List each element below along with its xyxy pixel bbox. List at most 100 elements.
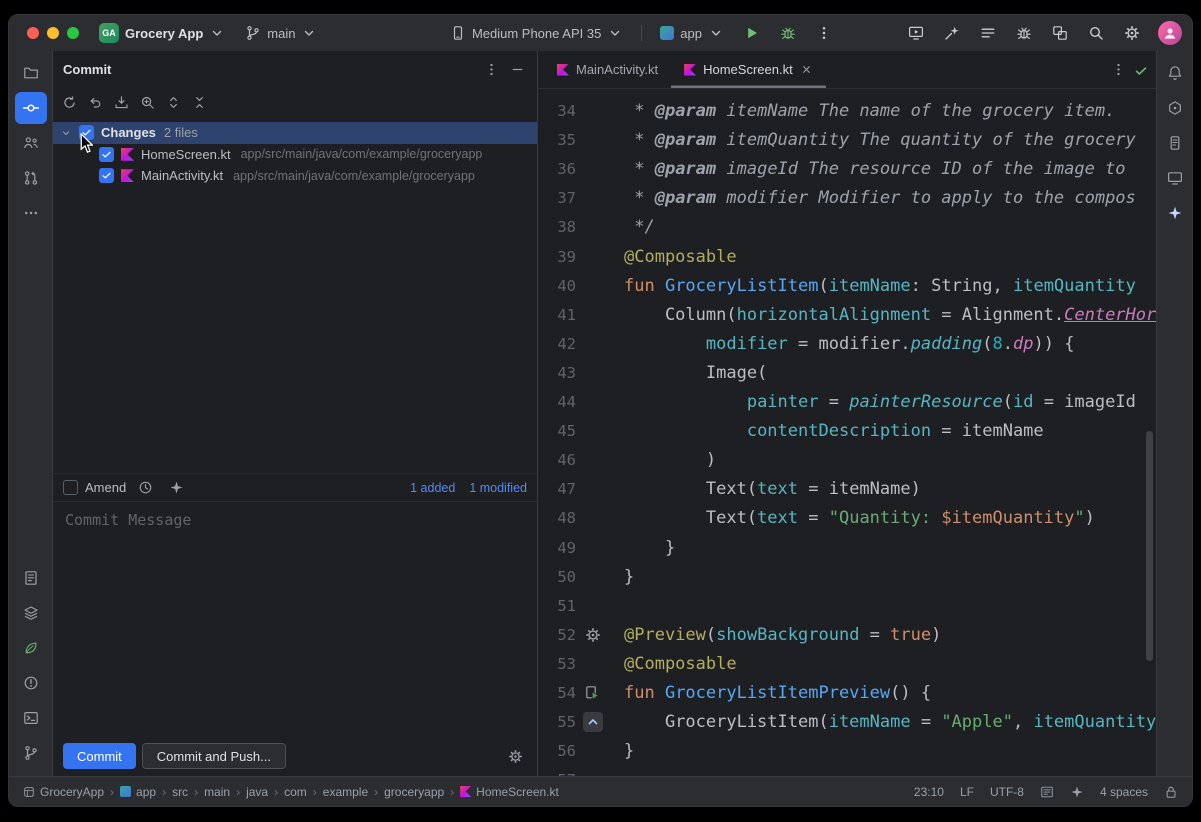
line-number: 47 [538, 475, 576, 504]
lock-icon[interactable] [1164, 785, 1178, 799]
breadcrumb-app[interactable]: app [120, 785, 156, 799]
tool-window-folder-button[interactable] [15, 57, 47, 89]
file-checkbox[interactable] [99, 147, 114, 162]
kotlin-file-icon [460, 786, 471, 797]
breadcrumb-label: GroceryApp [40, 785, 104, 799]
kebab-icon [1111, 62, 1126, 77]
minimize-window-button[interactable] [47, 27, 59, 39]
tool-window-commit-button[interactable] [15, 92, 47, 124]
debug-button[interactable] [774, 19, 802, 47]
project-badge: GA [99, 23, 119, 43]
folder-icon [23, 65, 39, 81]
tool-window-more-button[interactable] [15, 197, 47, 229]
ai-sparkle-icon[interactable] [1070, 785, 1084, 799]
commit-and-push-button[interactable]: Commit and Push... [142, 743, 286, 769]
settings-button[interactable] [1118, 19, 1146, 47]
breadcrumb-homescreen-kt[interactable]: HomeScreen.kt [460, 785, 559, 799]
breadcrumb-groceryapp[interactable]: GroceryApp [23, 785, 104, 799]
branch-selector[interactable]: main [239, 22, 323, 44]
chevron-up-gutter-icon[interactable] [583, 712, 603, 732]
commit-history-button[interactable] [133, 476, 157, 500]
tool-window-gemini-button[interactable] [1161, 199, 1189, 227]
breadcrumb-src[interactable]: src [172, 785, 188, 799]
tool-window-gradle-button[interactable] [1161, 94, 1189, 122]
expand-button[interactable] [161, 90, 185, 114]
commit-button[interactable]: Commit [63, 743, 136, 769]
added-count-link[interactable]: 1 added [410, 481, 455, 495]
search-everywhere-button[interactable] [1082, 19, 1110, 47]
resource-icon [23, 570, 39, 586]
gear-gutter-icon[interactable] [583, 625, 603, 645]
file-name: MainActivity.kt [141, 168, 223, 183]
indent-setting[interactable]: 4 spaces [1100, 785, 1148, 799]
commit-message-input[interactable]: Commit Message [53, 501, 537, 736]
file-row-mainactivity-kt[interactable]: MainActivity.ktapp/src/main/java/com/exa… [53, 165, 537, 187]
run-config-selector[interactable]: app [654, 22, 730, 44]
tool-window-branch-button[interactable] [15, 737, 47, 769]
kotlin-file-icon [121, 148, 134, 161]
project-selector[interactable]: GA Grocery App [93, 20, 231, 46]
tab-options-button[interactable] [1106, 57, 1130, 81]
gemini-assist-button[interactable] [938, 19, 966, 47]
modified-count-link[interactable]: 1 modified [469, 481, 527, 495]
commit-options-button[interactable] [479, 57, 503, 81]
tool-window-structure-button[interactable] [15, 127, 47, 159]
breadcrumb-com[interactable]: com [284, 785, 307, 799]
commit-settings-button[interactable] [503, 744, 527, 768]
running-devices-button[interactable] [902, 19, 930, 47]
app-inspection-button[interactable] [1010, 19, 1038, 47]
close-tab-icon[interactable] [800, 63, 813, 76]
chevron-down-icon [209, 25, 225, 41]
breadcrumb-main[interactable]: main [204, 785, 230, 799]
tool-window-bell-button[interactable] [1161, 59, 1189, 87]
code-line-37: 37 * @param modifier Modifier to apply t… [538, 184, 1156, 213]
tool-window-resource-button[interactable] [15, 562, 47, 594]
shelve-button[interactable] [109, 90, 133, 114]
app-module-icon [660, 26, 674, 40]
amend-checkbox[interactable] [63, 480, 78, 495]
cursor-position[interactable]: 23:10 [914, 785, 944, 799]
tool-window-monitor-button[interactable] [1161, 164, 1189, 192]
tab-homescreen-kt[interactable]: HomeScreen.kt [671, 51, 826, 88]
tool-window-pull-request-button[interactable] [15, 162, 47, 194]
breadcrumb-java[interactable]: java [246, 785, 268, 799]
refresh-button[interactable] [57, 90, 81, 114]
line-separator[interactable]: LF [960, 785, 974, 799]
chevron-down-icon[interactable] [59, 127, 73, 139]
code-editor[interactable]: 33 *34 * @param itemName The name of the… [538, 89, 1156, 776]
running-devices-icon [908, 25, 924, 41]
tool-window-problems-button[interactable] [15, 667, 47, 699]
chevron-down-icon [301, 25, 317, 41]
editor-scrollbar[interactable] [1146, 431, 1153, 661]
tool-window-terminal-button[interactable] [15, 702, 47, 734]
rollback-button[interactable] [83, 90, 107, 114]
inspections-ok-icon[interactable] [1134, 64, 1148, 78]
breadcrumb-separator: › [450, 785, 454, 799]
device-selector[interactable]: Medium Phone API 35 [444, 22, 629, 44]
tool-window-leaf-button[interactable] [15, 632, 47, 664]
run-button[interactable] [738, 19, 766, 47]
tab-mainactivity-kt[interactable]: MainActivity.kt [544, 51, 671, 88]
changes-group-row[interactable]: Changes 2 files [53, 122, 537, 144]
commit-tool-window: Commit Changes 2 files HomeScreen.ktapp/… [53, 51, 538, 776]
file-checkbox[interactable] [99, 168, 114, 183]
layout-inspector-button[interactable] [1046, 19, 1074, 47]
hide-panel-button[interactable] [505, 57, 529, 81]
breadcrumb-groceryapp[interactable]: groceryapp [384, 785, 444, 799]
ai-commit-message-button[interactable] [164, 476, 188, 500]
collapse-button[interactable] [187, 90, 211, 114]
tool-window-device-explorer-button[interactable] [1161, 129, 1189, 157]
more-run-options-button[interactable] [810, 19, 838, 47]
file-row-homescreen-kt[interactable]: HomeScreen.ktapp/src/main/java/com/examp… [53, 144, 537, 166]
profile-avatar[interactable] [1158, 21, 1182, 45]
diff-button[interactable] [135, 90, 159, 114]
tool-window-layers-button[interactable] [15, 597, 47, 629]
check-icon [101, 149, 112, 160]
close-window-button[interactable] [27, 27, 39, 39]
logcat-button[interactable] [974, 19, 1002, 47]
zoom-window-button[interactable] [67, 27, 79, 39]
breadcrumb-example[interactable]: example [323, 785, 368, 799]
run-preview-gutter-icon[interactable] [583, 683, 603, 703]
file-encoding[interactable]: UTF-8 [990, 785, 1024, 799]
reader-mode-icon[interactable] [1040, 785, 1054, 799]
